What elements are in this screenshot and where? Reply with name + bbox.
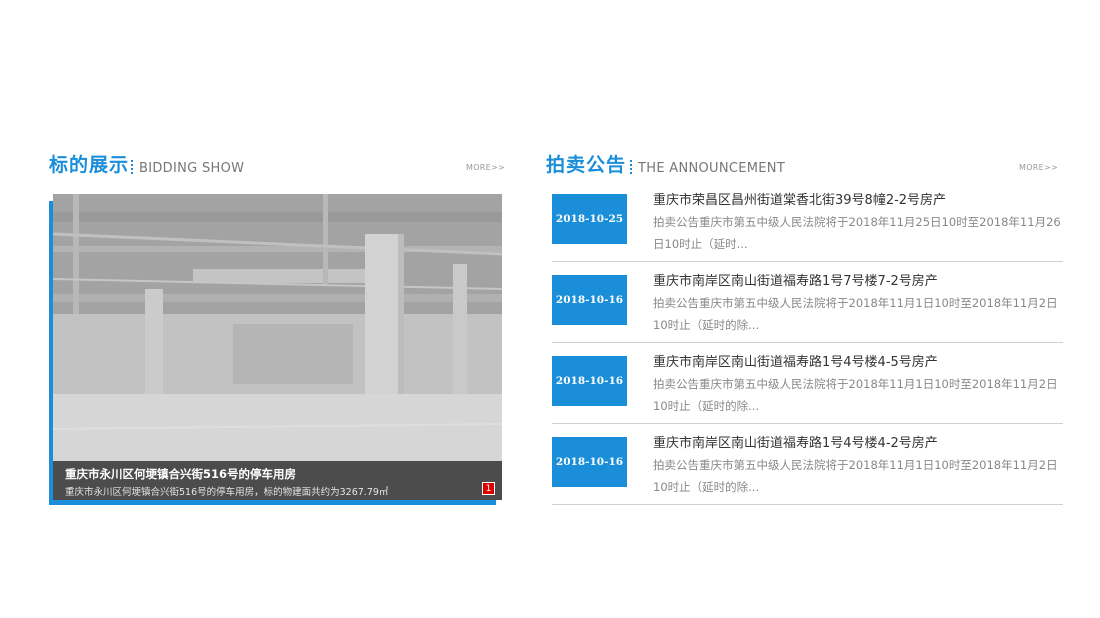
slide-description: 重庆市永川区何埂镇合兴街516号的停车用房，标的物建面共约为3267.79㎡ — [65, 487, 389, 498]
announcement-date: 2018-10-25 — [552, 194, 627, 244]
announcement-header: 拍卖公告 THE ANNOUNCEMENT MORE>> — [546, 152, 1058, 180]
announcement-item[interactable]: 2018-10-16 重庆市南岸区南山街道福寿路1号4号楼4-2号房产 拍卖公告… — [552, 425, 1063, 505]
slide-page-indicator[interactable]: 1 — [482, 482, 495, 495]
announcement-date: 2018-10-16 — [552, 356, 627, 406]
bidding-show-header: 标的展示 BIDDING SHOW MORE>> — [49, 152, 505, 180]
announcement-item-title[interactable]: 重庆市南岸区南山街道福寿路1号4号楼4-5号房产 — [653, 351, 938, 370]
slide-title[interactable]: 重庆市永川区何埂镇合兴街516号的停车用房 — [65, 466, 296, 482]
parking-garage-photo — [53, 194, 502, 500]
announcement-more-link[interactable]: MORE>> — [1019, 163, 1058, 172]
announcement-item-summary: 拍卖公告重庆市第五中级人民法院将于2018年11月1日10时至2018年11月2… — [653, 377, 1058, 413]
announcement-item[interactable]: 2018-10-16 重庆市南岸区南山街道福寿路1号7号楼7-2号房产 拍卖公告… — [552, 263, 1063, 343]
showcase-slide[interactable]: 重庆市永川区何埂镇合兴街516号的停车用房 重庆市永川区何埂镇合兴街516号的停… — [53, 194, 502, 500]
announcement-subtitle: THE ANNOUNCEMENT — [638, 161, 786, 176]
slide-caption: 重庆市永川区何埂镇合兴街516号的停车用房 重庆市永川区何埂镇合兴街516号的停… — [53, 461, 502, 500]
announcement-item-title[interactable]: 重庆市南岸区南山街道福寿路1号7号楼7-2号房产 — [653, 270, 938, 289]
announcement-item-summary: 拍卖公告重庆市第五中级人民法院将于2018年11月25日10时至2018年11月… — [653, 215, 1061, 251]
announcement-list: 2018-10-25 重庆市荣昌区昌州街道棠香北街39号8幢2-2号房产 拍卖公… — [552, 182, 1063, 506]
bidding-show-subtitle: BIDDING SHOW — [139, 161, 245, 176]
announcement-item-summary: 拍卖公告重庆市第五中级人民法院将于2018年11月1日10时至2018年11月2… — [653, 296, 1058, 332]
bidding-show-title: 标的展示 — [49, 154, 130, 176]
announcement-date: 2018-10-16 — [552, 275, 627, 325]
announcement-item[interactable]: 2018-10-25 重庆市荣昌区昌州街道棠香北街39号8幢2-2号房产 拍卖公… — [552, 182, 1063, 262]
title-separator — [131, 160, 133, 174]
bidding-more-link[interactable]: MORE>> — [466, 163, 505, 172]
announcement-item-title[interactable]: 重庆市南岸区南山街道福寿路1号4号楼4-2号房产 — [653, 432, 938, 451]
announcement-title: 拍卖公告 — [546, 154, 627, 176]
announcement-date: 2018-10-16 — [552, 437, 627, 487]
announcement-item-summary: 拍卖公告重庆市第五中级人民法院将于2018年11月1日10时至2018年11月2… — [653, 458, 1058, 494]
announcement-item-title[interactable]: 重庆市荣昌区昌州街道棠香北街39号8幢2-2号房产 — [653, 189, 946, 208]
announcement-item[interactable]: 2018-10-16 重庆市南岸区南山街道福寿路1号4号楼4-5号房产 拍卖公告… — [552, 344, 1063, 424]
title-separator — [630, 160, 632, 174]
